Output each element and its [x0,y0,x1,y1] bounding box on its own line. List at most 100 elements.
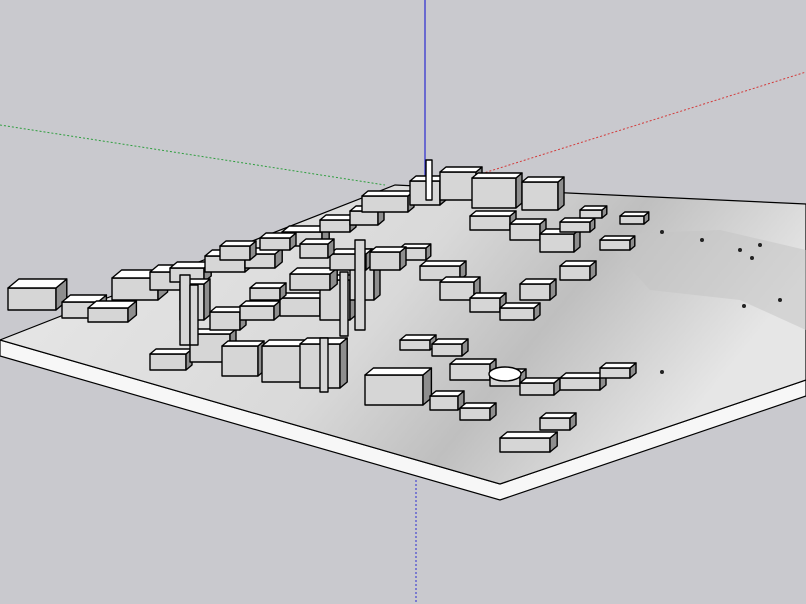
building-front-face [539,233,575,253]
building-roof [87,300,138,309]
tree-marker [778,298,782,302]
building-front-face [299,243,329,259]
building[interactable] [431,338,469,357]
tree-marker [700,238,704,242]
tall-tower[interactable] [425,159,433,201]
building-roof [259,232,297,239]
building-front-face [349,210,379,226]
building-roof [519,278,557,285]
building-roof [279,292,327,299]
building-side-face [515,172,523,209]
building[interactable] [219,240,257,261]
building-front-face [259,237,291,251]
building-front-face [559,221,591,233]
building-front-face [471,177,517,209]
building[interactable] [364,367,433,406]
building-roof [469,292,507,299]
building-front-face [289,273,331,291]
building[interactable] [259,232,297,251]
building[interactable] [399,334,437,351]
building[interactable] [499,302,541,321]
building[interactable] [87,300,138,323]
building-roof [7,278,68,289]
building[interactable] [279,292,327,317]
building-front-face [249,287,281,301]
building-roof [469,210,517,217]
building[interactable] [599,362,637,379]
spire-tower[interactable] [339,271,349,337]
building[interactable] [329,248,373,271]
building[interactable] [539,412,577,431]
spire-tower[interactable] [319,337,329,393]
building-side-face [339,337,348,389]
building-front-face [599,367,631,379]
building[interactable] [559,372,607,391]
building-roof [149,348,193,355]
building-roof [419,260,467,267]
building[interactable] [249,282,287,301]
building-roof [439,166,483,173]
building-roof [499,431,558,439]
building-roof [471,172,523,179]
building-roof [499,302,541,309]
building-front-face [319,219,351,233]
building-roof [619,211,650,217]
model-viewport[interactable] [0,0,806,604]
building[interactable] [559,260,597,281]
3d-scene[interactable] [0,0,806,604]
building[interactable] [221,340,265,377]
building-front-face [459,407,491,421]
building[interactable] [289,267,338,291]
building[interactable] [7,278,68,311]
building-front-face [469,297,501,313]
building[interactable] [239,300,281,321]
building-roof [219,240,257,247]
building[interactable] [149,348,193,371]
building[interactable] [471,172,523,209]
building-front-face [559,377,601,391]
building[interactable] [599,235,636,251]
building-front-face [439,281,475,301]
building[interactable] [559,217,596,233]
building[interactable] [299,238,335,259]
building[interactable] [361,190,415,213]
building[interactable] [459,402,497,421]
circular-courtyard[interactable] [488,366,522,382]
building[interactable] [469,210,517,231]
tree-marker [742,304,746,308]
red-axis [454,71,806,183]
building-roof [431,338,469,345]
building-front-face [279,297,321,317]
building[interactable] [579,205,608,219]
spire-tower[interactable] [189,284,199,346]
building-roof [599,235,636,241]
building-roof [429,390,465,397]
building[interactable] [449,358,497,381]
building-side-face [203,278,211,321]
building-front-face [209,311,241,331]
building-front-face [539,417,571,431]
building[interactable] [619,211,650,225]
building-front-face [499,437,551,453]
tower-shaft [425,159,433,201]
building-roof [439,276,481,283]
building[interactable] [521,176,565,211]
building-front-face [364,374,424,406]
building[interactable] [369,246,407,271]
building-front-face [469,215,511,231]
building-roof [221,340,265,347]
building-front-face [559,265,591,281]
spire-tower[interactable] [179,274,191,346]
building-front-face [499,307,535,321]
building-front-face [449,363,491,381]
building[interactable] [519,278,557,301]
building[interactable] [519,377,561,396]
building-front-face [519,283,551,301]
building-roof [599,362,637,369]
building-front-face [599,239,631,251]
building[interactable] [499,431,558,453]
building-roof [329,248,373,255]
building[interactable] [429,390,465,411]
spire-tower[interactable] [354,239,366,331]
building-roof [579,205,608,211]
